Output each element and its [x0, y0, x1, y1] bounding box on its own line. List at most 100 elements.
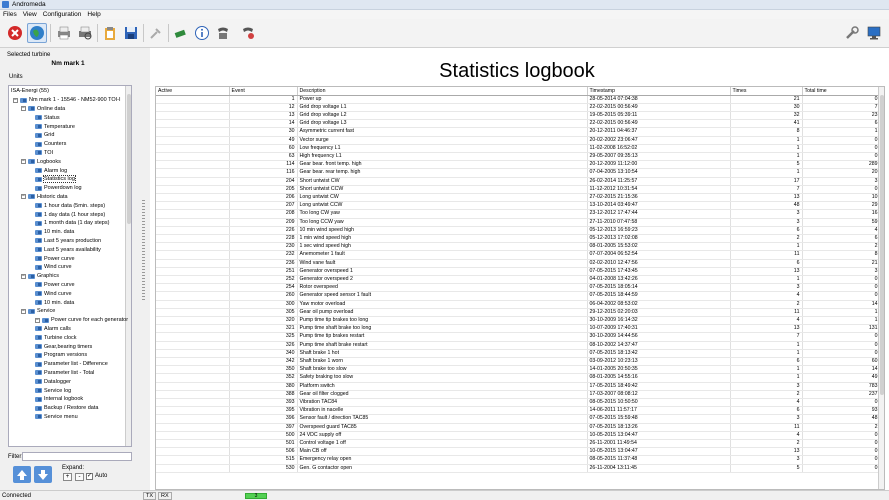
tree-node[interactable]: Statistics log — [35, 175, 76, 184]
table-row[interactable]: 506 Main CB off 10-05-2015 13:04:47 13 0 — [156, 447, 881, 457]
column-header-times[interactable]: Times — [730, 87, 803, 96]
tree-scrollbar[interactable] — [125, 86, 131, 446]
table-row[interactable]: 63 High frequency L1 29-05-2007 09:35:13 1 0 — [156, 152, 881, 162]
units-tree[interactable]: ISA-Energi (55) − Nm mark 1 - 15546 - NM52… — [8, 85, 132, 447]
table-row[interactable]: 260 Generator speed sensor 1 fault 07-05-2… — [156, 291, 881, 301]
tree-node[interactable]: Powerdown log — [35, 184, 82, 193]
print-preview-button[interactable] — [75, 23, 95, 43]
tree-node[interactable]: Last 5 years production — [35, 237, 101, 246]
table-row[interactable]: 209 Too long CCW yaw 27-11-2010 07:47:58 3 5… — [156, 218, 881, 227]
tree-node[interactable]: Power curve — [35, 281, 75, 290]
globe-button[interactable] — [27, 23, 47, 43]
expander-icon[interactable]: − — [21, 159, 26, 165]
tree-node[interactable]: 1 day data (1 hour steps) — [35, 210, 105, 219]
tree-node[interactable]: Wind curve — [35, 289, 72, 298]
tree-node[interactable]: Internal logbook — [35, 395, 83, 404]
table-row[interactable]: 116 Gear bear. rear temp. high 07-04-2005 … — [156, 168, 881, 178]
column-header-total-time[interactable]: Total time — [802, 87, 881, 96]
grid-scrollbar[interactable] — [878, 87, 884, 489]
expander-icon[interactable]: − — [35, 317, 40, 323]
table-row[interactable]: 252 Generator overspeed 2 04-01-2008 13:42… — [156, 275, 881, 285]
table-row[interactable]: 12 Grid drop voltage L1 22-02-2015 00:56:4… — [156, 103, 881, 112]
auto-checkbox[interactable]: ✓ — [86, 473, 93, 480]
table-row[interactable]: 340 Shaft brake 1 hot 07-05-2015 18:13:42 1… — [156, 349, 881, 359]
print-button[interactable] — [54, 23, 74, 43]
table-row[interactable]: 204 Short untwist CW 26-02-2014 11:25:57 17… — [156, 177, 881, 186]
table-row[interactable]: 254 Rotor overspeed 07-05-2015 18:05:14 3 0 — [156, 283, 881, 293]
tree-node[interactable]: Program versions — [35, 351, 87, 360]
tree-node[interactable]: − Service — [21, 307, 55, 316]
filter-input[interactable] — [22, 452, 132, 461]
table-row[interactable]: 208 Too long CW yaw 23-12-2012 17:47:44 3 16 — [156, 209, 881, 219]
tree-node[interactable]: Alarm calls — [35, 325, 71, 334]
tree-node[interactable]: Power curve — [35, 254, 75, 263]
table-row[interactable]: 30 Asymmetric current fast 20-12-2011 04:4… — [156, 127, 881, 137]
connect-button[interactable] — [171, 23, 191, 43]
column-header-event[interactable]: Event — [229, 87, 298, 96]
computer-button[interactable] — [864, 23, 884, 43]
column-header-active[interactable]: Active — [156, 87, 230, 96]
tree-node[interactable]: Service menu — [35, 413, 78, 422]
table-row[interactable]: 500 24 VDC supply off 10-05-2015 13:04:47 4… — [156, 431, 881, 441]
table-row[interactable]: 305 Gear oil pump overload 29-12-2015 02:2… — [156, 308, 881, 317]
tree-node[interactable]: TOI — [35, 149, 53, 158]
menu-files[interactable]: Files — [3, 11, 17, 18]
statistics-grid[interactable]: Active Event Description Timestamp Times… — [155, 86, 885, 490]
stop-button[interactable] — [5, 23, 25, 43]
tree-node[interactable]: 1 hour data (5min. steps) — [35, 201, 105, 210]
tree-node[interactable]: Backup / Restore data — [35, 404, 98, 413]
grid-scrollbar-thumb[interactable] — [880, 95, 884, 395]
table-row[interactable]: 320 Pump time tip brakes too long 30-10-20… — [156, 316, 881, 326]
tree-node[interactable]: Alarm log — [35, 166, 67, 175]
expander-icon[interactable]: − — [21, 273, 26, 279]
table-row[interactable]: 342 Shaft brake 1 worn 03-09-2012 10:23:13… — [156, 357, 881, 367]
tree-node[interactable]: ISA-Energi (55) — [11, 87, 49, 96]
tree-node[interactable]: − Graphics — [21, 272, 59, 281]
column-header-description[interactable]: Description — [297, 87, 588, 96]
menu-view[interactable]: View — [23, 11, 37, 18]
table-row[interactable]: 49 Vector surge 20-02-2002 23:06:47 1 0 — [156, 136, 881, 145]
expander-icon[interactable]: − — [21, 194, 26, 200]
tree-node[interactable]: Parameter list - Difference — [35, 360, 108, 369]
table-row[interactable]: 1 Power up 28-05-2014 07:04:38 21 0 — [156, 95, 881, 104]
plug-button[interactable] — [146, 23, 166, 43]
tree-node[interactable]: Turbine clock — [35, 333, 77, 342]
tree-node[interactable]: − Online data — [21, 105, 65, 114]
tree-node[interactable]: Datalogger — [35, 377, 71, 386]
table-row[interactable]: 14 Grid drop voltage L3 22-02-2015 00:56:4… — [156, 119, 881, 129]
clipboard-button[interactable] — [100, 23, 120, 43]
menu-help[interactable]: Help — [87, 11, 100, 18]
expand-all-button[interactable]: + — [63, 473, 72, 481]
tree-node[interactable]: Service log — [35, 386, 71, 395]
column-header-timestamp[interactable]: Timestamp — [587, 87, 731, 96]
menu-configuration[interactable]: Configuration — [43, 11, 82, 18]
collapse-all-button[interactable]: - — [75, 473, 84, 481]
table-row[interactable]: 515 Emergency relay open 08-05-2015 11:37:… — [156, 455, 881, 465]
expander-icon[interactable]: − — [21, 106, 26, 112]
table-row[interactable]: 393 Vibration TAC84 08-05-2015 10:50:50 4 0 — [156, 398, 881, 408]
tree-node[interactable]: 10 min. data — [35, 228, 74, 237]
tree-node[interactable]: Gear,bearing timers — [35, 342, 92, 351]
table-row[interactable]: 206 Long untwist CW 27-02-2015 21:15:36 13 1… — [156, 193, 881, 203]
pane-splitter[interactable] — [142, 200, 145, 300]
table-row[interactable]: 321 Pump time shaft brake too long 10-07-2… — [156, 324, 881, 334]
tree-node[interactable]: − Historic data — [21, 193, 68, 202]
table-row[interactable]: 300 Yaw motor overload 06-04-2002 08:53:02… — [156, 300, 881, 309]
table-row[interactable]: 396 Sensor fault / direction TAC85 07-05-2… — [156, 414, 881, 424]
move-up-button[interactable] — [13, 466, 31, 483]
table-row[interactable]: 60 Low frequency L1 11-02-2008 16:52:02 1 0 — [156, 144, 881, 153]
tree-node[interactable]: Last 5 years availability — [35, 245, 101, 254]
tree-scrollbar-thumb[interactable] — [127, 94, 131, 224]
table-row[interactable]: 205 Short untwist CCW 11-12-2012 10:31:54 7… — [156, 185, 881, 194]
table-row[interactable]: 226 10 min wind speed high 05-12-2013 16:5… — [156, 226, 881, 235]
tree-node[interactable]: − Nm mark 1 - 15546 - NM52-900 TOI-I — [13, 96, 121, 105]
tree-node[interactable]: Counters — [35, 140, 66, 149]
tree-node[interactable]: 10 min. data — [35, 298, 74, 307]
table-row[interactable]: 251 Generator overspeed 1 07-05-2015 17:43… — [156, 267, 881, 276]
phone-button[interactable] — [213, 23, 233, 43]
table-row[interactable]: 232 Anemometer 1 fault 07-07-2004 06:52:54… — [156, 250, 881, 260]
save-button[interactable] — [121, 23, 141, 43]
tree-node[interactable]: Grid — [35, 131, 54, 140]
table-row[interactable]: 326 Pump time shaft brake restart 08-10-20… — [156, 341, 881, 350]
table-row[interactable]: 350 Shaft brake too slow 14-01-2005 20:50:… — [156, 365, 881, 375]
